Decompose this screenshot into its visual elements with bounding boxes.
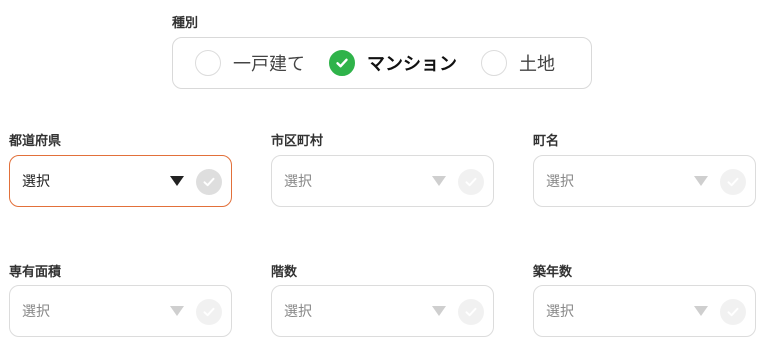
city-select-value: 選択 <box>284 174 312 190</box>
floor-area-select[interactable]: 選択 <box>9 285 232 337</box>
radio-label-mansion: マンション <box>367 54 457 75</box>
check-circle-icon <box>720 169 746 195</box>
floor-area-select-value: 選択 <box>22 304 50 320</box>
dropdown-arrow-icon <box>170 176 184 186</box>
prefecture-label: 都道府県 <box>9 134 62 149</box>
floor-select[interactable]: 選択 <box>271 285 494 337</box>
radio-label-house: 一戸建て <box>233 54 305 75</box>
check-circle-icon <box>458 299 484 325</box>
prefecture-select[interactable]: 選択 <box>9 155 232 207</box>
radio-circle-icon[interactable] <box>195 50 221 76</box>
property-type-label: 種別 <box>172 16 199 31</box>
radio-option-house[interactable]: 一戸建て <box>195 50 305 76</box>
dropdown-arrow-icon <box>432 306 446 316</box>
town-select[interactable]: 選択 <box>533 155 756 207</box>
building-age-select[interactable]: 選択 <box>533 285 756 337</box>
dropdown-arrow-icon <box>694 306 708 316</box>
dropdown-arrow-icon <box>694 176 708 186</box>
town-select-value: 選択 <box>546 174 574 190</box>
check-circle-icon[interactable] <box>329 50 355 76</box>
check-circle-icon <box>196 299 222 325</box>
city-select[interactable]: 選択 <box>271 155 494 207</box>
radio-circle-icon[interactable] <box>481 50 507 76</box>
radio-label-land: 土地 <box>519 54 555 75</box>
floor-label: 階数 <box>271 265 298 280</box>
radio-option-land[interactable]: 土地 <box>481 50 555 76</box>
floor-select-value: 選択 <box>284 304 312 320</box>
radio-option-mansion[interactable]: マンション <box>329 50 457 76</box>
dropdown-arrow-icon <box>170 306 184 316</box>
dropdown-arrow-icon <box>432 176 446 186</box>
building-age-label: 築年数 <box>533 265 573 280</box>
property-type-radio-group: 一戸建て マンション 土地 <box>172 37 592 89</box>
building-age-select-value: 選択 <box>546 304 574 320</box>
town-label: 町名 <box>533 134 560 149</box>
check-circle-icon <box>196 169 222 195</box>
check-circle-icon <box>720 299 746 325</box>
prefecture-select-value: 選択 <box>22 174 50 190</box>
city-label: 市区町村 <box>271 134 324 149</box>
floor-area-label: 専有面積 <box>9 265 62 280</box>
check-circle-icon <box>458 169 484 195</box>
